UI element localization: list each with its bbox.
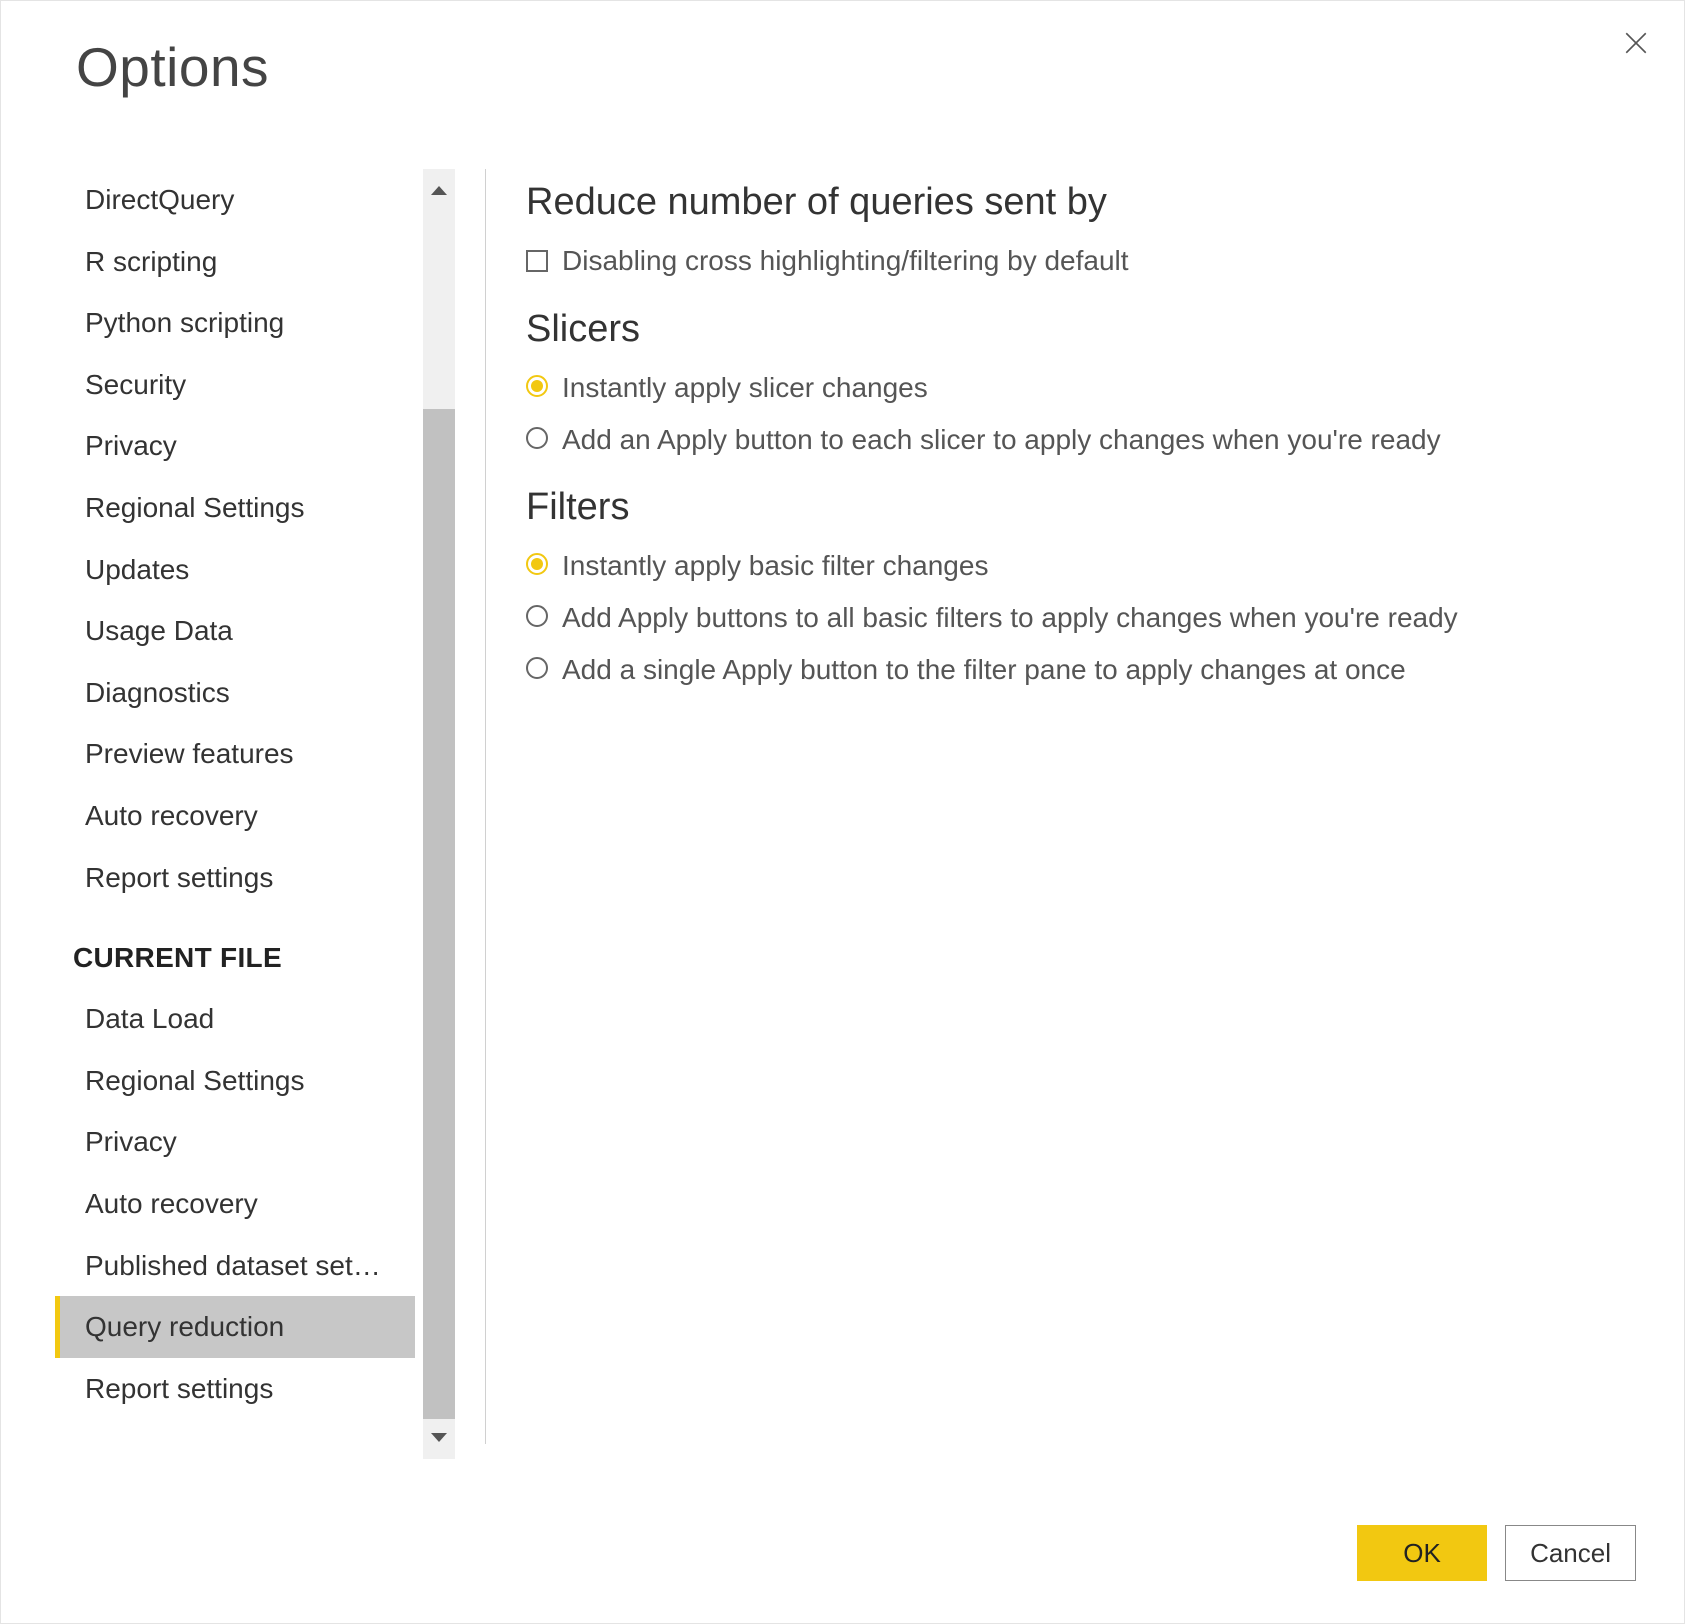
scroll-down-button[interactable] bbox=[423, 1415, 455, 1459]
dialog-footer: OK Cancel bbox=[1357, 1525, 1636, 1581]
sidebar-item-file-report-settings[interactable]: Report settings bbox=[55, 1358, 415, 1420]
sidebar-item-file-regional-settings[interactable]: Regional Settings bbox=[55, 1050, 415, 1112]
checkbox-icon bbox=[526, 250, 548, 272]
radio-filter-single-apply[interactable]: Add a single Apply button to the filter … bbox=[526, 651, 1624, 689]
radio-label: Instantly apply basic filter changes bbox=[562, 547, 988, 585]
radio-filter-instant[interactable]: Instantly apply basic filter changes bbox=[526, 547, 1624, 585]
main-panel: Reduce number of queries sent by Disabli… bbox=[526, 169, 1684, 1459]
section-slicers-title: Slicers bbox=[526, 308, 1624, 351]
checkbox-disable-cross-highlight[interactable]: Disabling cross highlighting/filtering b… bbox=[526, 242, 1624, 280]
sidebar-item-preview-features[interactable]: Preview features bbox=[55, 723, 415, 785]
sidebar-container: DirectQuery R scripting Python scripting… bbox=[55, 169, 455, 1459]
sidebar-item-data-load[interactable]: Data Load bbox=[55, 988, 415, 1050]
sidebar-item-regional-settings[interactable]: Regional Settings bbox=[55, 477, 415, 539]
radio-slicer-apply-button[interactable]: Add an Apply button to each slicer to ap… bbox=[526, 421, 1624, 459]
radio-icon bbox=[526, 605, 548, 627]
radio-icon bbox=[526, 427, 548, 449]
vertical-divider bbox=[485, 169, 486, 1444]
scrollbar-thumb[interactable] bbox=[423, 409, 455, 1419]
sidebar-item-published-dataset-settings[interactable]: Published dataset set… bbox=[55, 1235, 415, 1297]
section-filters-title: Filters bbox=[526, 486, 1624, 529]
sidebar-item-r-scripting[interactable]: R scripting bbox=[55, 231, 415, 293]
dialog-title: Options bbox=[1, 1, 1684, 99]
radio-filter-apply-all[interactable]: Add Apply buttons to all basic filters t… bbox=[526, 599, 1624, 637]
sidebar-item-query-reduction[interactable]: Query reduction bbox=[55, 1296, 415, 1358]
content-area: DirectQuery R scripting Python scripting… bbox=[1, 169, 1684, 1459]
close-icon bbox=[1623, 30, 1649, 56]
ok-button[interactable]: OK bbox=[1357, 1525, 1487, 1581]
sidebar-item-diagnostics[interactable]: Diagnostics bbox=[55, 662, 415, 724]
radio-icon bbox=[526, 553, 548, 575]
sidebar-item-file-privacy[interactable]: Privacy bbox=[55, 1111, 415, 1173]
radio-icon bbox=[526, 657, 548, 679]
radio-slicer-instant[interactable]: Instantly apply slicer changes bbox=[526, 369, 1624, 407]
radio-label: Add an Apply button to each slicer to ap… bbox=[562, 421, 1441, 459]
radio-label: Add Apply buttons to all basic filters t… bbox=[562, 599, 1458, 637]
sidebar-item-security[interactable]: Security bbox=[55, 354, 415, 416]
radio-label: Instantly apply slicer changes bbox=[562, 369, 928, 407]
radio-label: Add a single Apply button to the filter … bbox=[562, 651, 1406, 689]
sidebar-section-current-file: CURRENT FILE bbox=[55, 908, 415, 988]
sidebar-item-report-settings[interactable]: Report settings bbox=[55, 847, 415, 909]
radio-icon bbox=[526, 375, 548, 397]
sidebar-item-python-scripting[interactable]: Python scripting bbox=[55, 292, 415, 354]
sidebar-item-directquery[interactable]: DirectQuery bbox=[55, 169, 415, 231]
section-reduce-title: Reduce number of queries sent by bbox=[526, 181, 1624, 224]
sidebar-item-usage-data[interactable]: Usage Data bbox=[55, 600, 415, 662]
chevron-down-icon bbox=[427, 1425, 451, 1449]
sidebar-item-file-auto-recovery[interactable]: Auto recovery bbox=[55, 1173, 415, 1235]
sidebar-scrollbar[interactable] bbox=[423, 169, 455, 1459]
sidebar: DirectQuery R scripting Python scripting… bbox=[55, 169, 423, 1459]
scroll-up-button[interactable] bbox=[423, 169, 455, 213]
chevron-up-icon bbox=[427, 179, 451, 203]
cancel-button[interactable]: Cancel bbox=[1505, 1525, 1636, 1581]
sidebar-item-privacy[interactable]: Privacy bbox=[55, 415, 415, 477]
checkbox-label: Disabling cross highlighting/filtering b… bbox=[562, 242, 1129, 280]
sidebar-item-auto-recovery[interactable]: Auto recovery bbox=[55, 785, 415, 847]
close-button[interactable] bbox=[1618, 25, 1654, 61]
sidebar-item-updates[interactable]: Updates bbox=[55, 539, 415, 601]
